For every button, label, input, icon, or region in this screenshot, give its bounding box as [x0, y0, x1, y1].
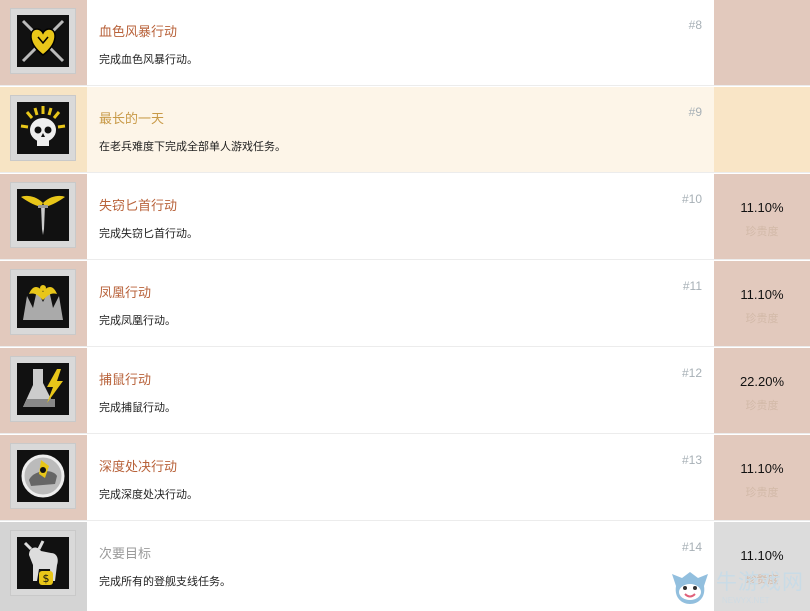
- rarity-cell: 11.10% 珍贵度: [714, 174, 810, 259]
- achievement-row[interactable]: 凤凰行动 完成凤凰行动。 #11 11.10% 珍贵度: [0, 261, 810, 347]
- icon-frame: $: [10, 530, 76, 596]
- mascot-icon: [672, 572, 708, 604]
- achievement-title[interactable]: 次要目标: [99, 543, 151, 562]
- helmet-emblem-icon: [17, 450, 69, 502]
- info-cell: 失窃匕首行动 完成失窃匕首行动。 #10: [87, 174, 714, 259]
- icon-cell: [0, 261, 87, 346]
- info-cell: 最长的一天 在老兵难度下完成全部单人游戏任务。 #9: [87, 87, 714, 172]
- achievement-desc: 完成血色风暴行动。: [99, 54, 198, 66]
- icon-cell: $: [0, 522, 87, 611]
- flask-lightning-icon: [17, 363, 69, 415]
- achievement-number: #8: [688, 18, 702, 32]
- achievement-title[interactable]: 失窃匕首行动: [99, 195, 177, 214]
- rarity-label: 珍贵度: [745, 487, 779, 499]
- icon-frame: [10, 182, 76, 248]
- info-cell: 深度处决行动 完成深度处决行动。 #13: [87, 435, 714, 520]
- watermark: 牛游戏网 NEWYX.NET: [666, 564, 810, 611]
- info-cell: 凤凰行动 完成凤凰行动。 #11: [87, 261, 714, 346]
- svg-text:$: $: [43, 572, 50, 585]
- achievement-desc: 在老兵难度下完成全部单人游戏任务。: [99, 141, 286, 153]
- achievement-row[interactable]: 最长的一天 在老兵难度下完成全部单人游戏任务。 #9: [0, 87, 810, 173]
- watermark-text: 牛游戏网: [716, 571, 804, 594]
- icon-cell: [0, 435, 87, 520]
- achievement-title[interactable]: 捕鼠行动: [99, 369, 151, 388]
- icon-frame: [10, 356, 76, 422]
- achievement-desc: 完成失窃匕首行动。: [99, 228, 198, 240]
- icon-cell: [0, 87, 87, 172]
- goat-money-icon: $: [17, 537, 69, 589]
- achievement-title[interactable]: 深度处决行动: [99, 456, 177, 475]
- achievement-row[interactable]: 深度处决行动 完成深度处决行动。 #13 11.10% 珍贵度: [0, 435, 810, 521]
- achievement-title[interactable]: 最长的一天: [99, 108, 164, 127]
- achievement-title[interactable]: 凤凰行动: [99, 282, 151, 301]
- rarity-label: 珍贵度: [745, 400, 779, 412]
- watermark-sub: NEWYX.NET: [722, 596, 770, 605]
- icon-frame: [10, 443, 76, 509]
- winged-dagger-icon: [17, 189, 69, 241]
- achievement-row[interactable]: 失窃匕首行动 完成失窃匕首行动。 #10 11.10% 珍贵度: [0, 174, 810, 260]
- rarity-percent: 11.10%: [740, 287, 784, 302]
- achievement-title[interactable]: 血色风暴行动: [99, 21, 177, 40]
- achievement-number: #10: [681, 192, 702, 206]
- achievement-number: #11: [682, 279, 702, 293]
- info-cell: 血色风暴行动 完成血色风暴行动。 #8: [87, 0, 714, 85]
- rarity-cell: [714, 87, 810, 172]
- info-cell: 捕鼠行动 完成捕鼠行动。 #12: [87, 348, 714, 433]
- achievement-number: #13: [681, 453, 702, 467]
- info-cell: 次要目标 完成所有的登舰支线任务。 #14: [87, 522, 714, 611]
- icon-frame: [10, 95, 76, 161]
- heart-swords-icon: [17, 15, 69, 67]
- achievement-desc: 完成深度处决行动。: [99, 489, 198, 501]
- rarity-percent: 22.20%: [739, 374, 785, 389]
- icon-cell: [0, 0, 87, 85]
- achievement-number: #14: [681, 540, 702, 554]
- icon-frame: [10, 8, 76, 74]
- icon-cell: [0, 348, 87, 433]
- achievement-desc: 完成凤凰行动。: [99, 315, 176, 327]
- rarity-percent: 11.10%: [740, 461, 784, 476]
- rarity-cell: [714, 0, 810, 85]
- achievement-desc: 完成所有的登舰支线任务。: [99, 576, 231, 588]
- icon-cell: [0, 174, 87, 259]
- achievement-row[interactable]: 血色风暴行动 完成血色风暴行动。 #8: [0, 0, 810, 86]
- icon-frame: [10, 269, 76, 335]
- rarity-percent: 11.10%: [740, 200, 784, 215]
- rarity-cell: 22.20% 珍贵度: [714, 348, 810, 433]
- achievement-number: #12: [681, 366, 702, 380]
- achievement-row[interactable]: 捕鼠行动 完成捕鼠行动。 #12 22.20% 珍贵度: [0, 348, 810, 434]
- rarity-percent: 11.10%: [740, 548, 784, 563]
- rarity-label: 珍贵度: [745, 313, 779, 325]
- achievement-number: #9: [688, 105, 702, 119]
- phoenix-icon: [17, 276, 69, 328]
- rarity-cell: 11.10% 珍贵度: [714, 435, 810, 520]
- rarity-label: 珍贵度: [745, 226, 779, 238]
- skull-sun-icon: [17, 102, 69, 154]
- rarity-cell: 11.10% 珍贵度: [714, 261, 810, 346]
- achievement-desc: 完成捕鼠行动。: [99, 402, 176, 414]
